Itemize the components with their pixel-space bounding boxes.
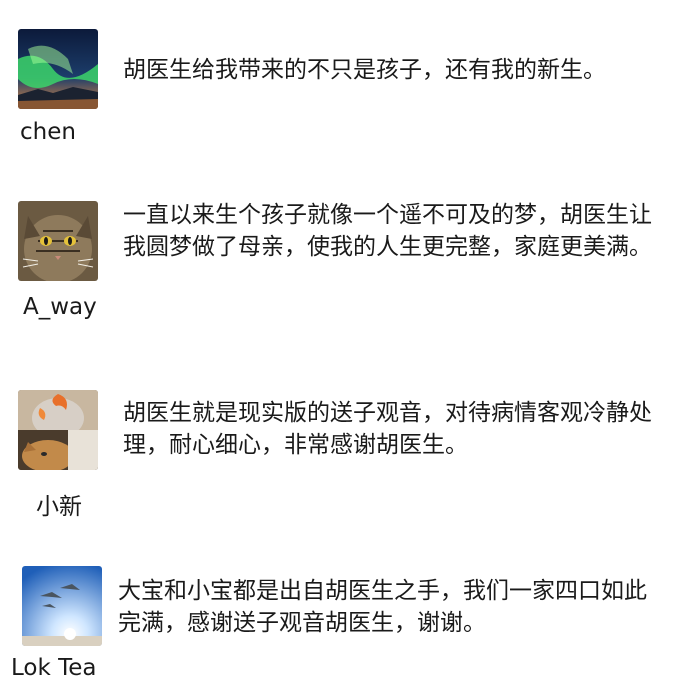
user-name: 小新 [36,494,82,520]
avatar[interactable] [18,29,98,109]
user-name: Lok Tea [11,655,97,681]
cat-avatar-image [18,201,98,281]
testimonial-text: 胡医生就是现实版的送子观音，对待病情客观冷静处理，耐心细心，非常感谢胡医生。 [123,400,652,458]
beach-birds-avatar-image [22,566,102,646]
cat-goldfish-avatar-image [18,390,98,470]
testimonial-text: 大宝和小宝都是出自胡医生之手，我们一家四口如此完满，感谢送子观音胡医生，谢谢。 [118,578,647,636]
testimonial-text: 一直以来生个孩子就像一个遥不可及的梦，胡医生让我圆梦做了母亲，使我的人生更完整，… [123,202,652,260]
avatar[interactable] [18,201,98,281]
aurora-avatar-image [18,29,98,109]
avatar[interactable] [22,566,102,646]
testimonial-text: 胡医生给我带来的不只是孩子，还有我的新生。 [123,57,606,83]
user-name: A_way [23,294,97,320]
avatar[interactable] [18,390,98,470]
user-name: chen [20,119,76,145]
